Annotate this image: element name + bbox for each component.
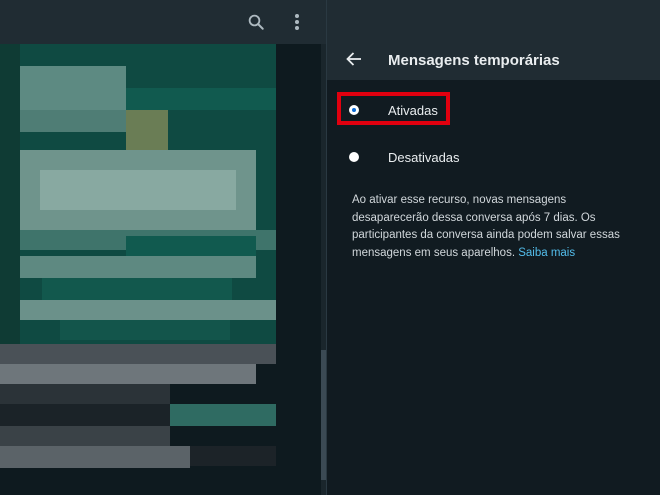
option-disabled[interactable]: Desativadas [327, 138, 660, 178]
blurred-message [126, 236, 256, 256]
blurred-message [126, 88, 276, 110]
radio-selected-icon[interactable] [349, 105, 359, 115]
panel-title: Mensagens temporárias [388, 52, 560, 69]
blurred-message [20, 110, 126, 132]
blurred-message [0, 446, 190, 468]
arrow-left-icon [346, 52, 361, 66]
blurred-message [0, 364, 256, 384]
option-enabled[interactable]: Ativadas [327, 91, 660, 131]
blurred-message [190, 446, 276, 466]
panel-header: Mensagens temporárias [327, 0, 660, 80]
blurred-message [0, 384, 170, 404]
blurred-message [170, 404, 276, 426]
menu-button[interactable] [285, 10, 309, 34]
chat-pane [0, 0, 326, 495]
learn-more-link[interactable]: Saiba mais [518, 247, 575, 259]
chat-header [0, 0, 326, 44]
back-button[interactable] [345, 50, 363, 68]
search-button[interactable] [244, 10, 268, 34]
blurred-message [40, 170, 236, 210]
kebab-menu-icon [295, 14, 299, 30]
blurred-area [0, 44, 20, 344]
radio-unselected-icon[interactable] [349, 152, 359, 162]
blurred-message [0, 344, 276, 364]
search-icon [248, 14, 264, 30]
disappearing-messages-panel: Mensagens temporárias Ativadas Desativad… [327, 0, 660, 495]
blurred-message [20, 300, 276, 320]
blurred-message [20, 256, 256, 278]
blurred-message [20, 66, 126, 110]
blurred-message [60, 320, 230, 340]
description-body: Ao ativar esse recurso, novas mensagens … [352, 194, 620, 259]
blurred-message [0, 404, 170, 426]
blurred-message [42, 278, 232, 300]
option-disabled-label[interactable]: Desativadas [388, 150, 460, 165]
description-text: Ao ativar esse recurso, novas mensagens … [352, 192, 642, 262]
blurred-message [0, 426, 170, 446]
option-enabled-label[interactable]: Ativadas [388, 103, 438, 118]
blurred-message [126, 110, 168, 150]
chat-messages-blurred [0, 44, 326, 495]
